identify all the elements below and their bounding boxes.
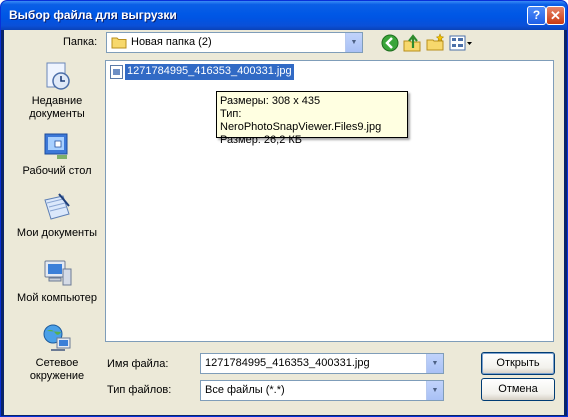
- my-computer-icon: [44, 260, 72, 286]
- place-network[interactable]: Сетевое окружение: [10, 322, 104, 383]
- help-button[interactable]: ?: [527, 6, 546, 25]
- window-title: Выбор файла для выгрузки: [9, 8, 177, 22]
- filename-value: 1271784995_416353_400331.jpg: [205, 357, 370, 369]
- filename-label: Имя файла:: [107, 358, 169, 370]
- place-label: Мой компьютер: [16, 292, 98, 304]
- network-places-icon: [43, 324, 71, 351]
- back-icon[interactable]: [380, 33, 400, 53]
- filename-input[interactable]: 1271784995_416353_400331.jpg ▼: [200, 353, 444, 374]
- recent-documents-icon: [46, 62, 70, 90]
- filetype-value: Все файлы (*.*): [205, 384, 285, 396]
- place-my-computer[interactable]: Мой компьютер: [10, 257, 104, 305]
- tooltip-size: Размер: 26,2 КБ: [220, 134, 303, 146]
- file-list[interactable]: 1271784995_416353_400331.jpg Размеры: 30…: [105, 60, 554, 342]
- place-recent-documents[interactable]: Недавние документы: [10, 60, 104, 121]
- view-menu-button[interactable]: [449, 35, 473, 52]
- close-icon: ✕: [550, 8, 561, 23]
- title-bar[interactable]: Выбор файла для выгрузки ? ✕: [1, 1, 567, 30]
- image-file-icon: [110, 65, 123, 79]
- file-name[interactable]: 1271784995_416353_400331.jpg: [124, 63, 295, 81]
- desktop-icon: [44, 133, 68, 159]
- place-my-documents[interactable]: Мои документы: [10, 192, 104, 240]
- folder-select[interactable]: Новая папка (2) ▼: [106, 32, 363, 53]
- chevron-down-icon[interactable]: ▼: [426, 354, 443, 373]
- places-bar: Недавние документы Рабочий стол Мои доку…: [10, 60, 104, 412]
- close-button[interactable]: ✕: [546, 6, 565, 25]
- chevron-down-icon[interactable]: ▼: [345, 33, 362, 52]
- my-documents-icon: [44, 193, 70, 220]
- tooltip-type: Тип: NeroPhotoSnapViewer.Files9.jpg: [220, 108, 382, 133]
- place-desktop[interactable]: Рабочий стол: [10, 130, 104, 178]
- place-label: Недавние документы: [29, 95, 85, 120]
- folder-label: Папка:: [63, 36, 98, 48]
- up-folder-icon[interactable]: [402, 33, 422, 53]
- view-menu-icon: [449, 35, 472, 51]
- filetype-label: Тип файлов:: [107, 384, 172, 396]
- help-icon: ?: [532, 8, 541, 22]
- cancel-button[interactable]: Отмена: [481, 378, 555, 401]
- new-folder-icon[interactable]: [425, 33, 445, 53]
- chevron-down-icon[interactable]: ▼: [426, 381, 443, 400]
- folder-value: Новая папка (2): [131, 36, 212, 48]
- file-info-tooltip: Размеры: 308 x 435 Тип: NeroPhotoSnapVie…: [216, 91, 408, 146]
- file-dialog-window: Выбор файла для выгрузки ? ✕ Папка: Нова…: [0, 0, 568, 417]
- place-label: Рабочий стол: [22, 165, 92, 177]
- open-button[interactable]: Открыть: [481, 352, 555, 375]
- tooltip-dimensions: Размеры: 308 x 435: [220, 95, 321, 107]
- filetype-select[interactable]: Все файлы (*.*) ▼: [200, 380, 444, 401]
- place-label: Сетевое окружение: [29, 357, 85, 382]
- folder-icon: [111, 37, 127, 49]
- place-label: Мои документы: [16, 227, 98, 239]
- dialog-body: Папка: Новая папка (2) ▼ Недавние докуме…: [4, 30, 564, 415]
